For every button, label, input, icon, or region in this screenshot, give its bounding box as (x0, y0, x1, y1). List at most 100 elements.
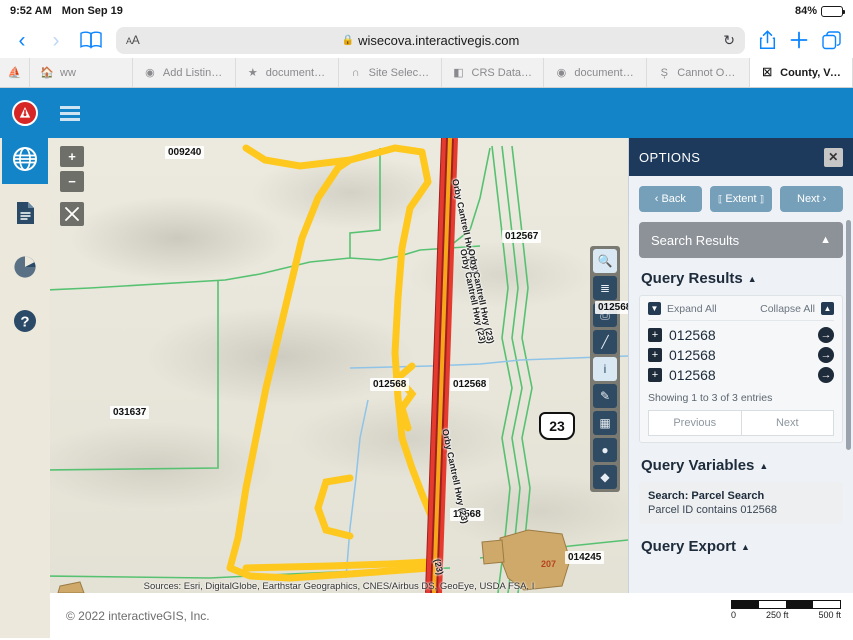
zoom-in-button[interactable]: + (60, 146, 84, 167)
next-button[interactable]: Next › (780, 186, 844, 212)
rail-item-chart[interactable] (2, 246, 48, 292)
chevron-up-icon: ▲ (820, 234, 831, 246)
forward-button[interactable]: › (46, 30, 66, 51)
browser-tab[interactable]: ◉ documents... (544, 58, 648, 87)
query-results-title[interactable]: Query Results ▲ (641, 270, 843, 287)
tab-label: Cannot Ope... (677, 66, 740, 79)
layers-tool[interactable]: ≣ (593, 276, 617, 300)
help-icon: ? (13, 309, 37, 338)
erase-tool[interactable]: ◆ (593, 465, 617, 489)
measure-tool[interactable]: ╱ (593, 330, 617, 354)
identify-tool[interactable]: i (593, 357, 617, 381)
search-results-section-bar[interactable]: Search Results ▲ (639, 222, 843, 258)
collapse-all-icon[interactable]: ▲ (821, 302, 834, 315)
query-results-box: ▼ Expand All Collapse All ▲ +012568 → +012… (639, 295, 843, 443)
globe-icon (12, 146, 38, 177)
expand-collapse-row: ▼ Expand All Collapse All ▲ (648, 302, 834, 321)
browser-tab[interactable]: ★ documents.... (236, 58, 339, 87)
rail-item-globe[interactable] (2, 138, 48, 184)
parcel-label: 207 (541, 559, 557, 569)
expand-row-icon[interactable]: + (648, 348, 662, 362)
url-display: 🔒 wisecova.interactivegis.com (116, 33, 745, 48)
query-result-row[interactable]: +012568 → (648, 365, 834, 385)
new-tab-icon[interactable] (790, 31, 808, 49)
measure-tool-icon: ╱ (601, 335, 609, 349)
highway-shield-icon: 23 (539, 412, 575, 440)
battery-percent: 84% (794, 5, 817, 17)
tab-favicon-icon: ⛵ (7, 67, 22, 79)
status-time: 9:52 AM (10, 5, 52, 17)
url-text: wisecova.interactivegis.com (358, 32, 520, 48)
query-result-row[interactable]: +012568 → (648, 325, 834, 345)
browser-tab[interactable]: ∩ Site Selector (339, 58, 442, 87)
status-right: 84% (794, 5, 845, 17)
next-page-button[interactable]: Next (741, 410, 834, 436)
extent-bracket-icon: ⟦ (717, 193, 723, 204)
expand-row-icon[interactable]: + (648, 328, 662, 342)
gis-logo-icon[interactable] (12, 100, 38, 126)
marker-tool[interactable]: ● (593, 438, 617, 462)
expand-row-icon[interactable]: + (648, 368, 662, 382)
search-results-label: Search Results (651, 232, 740, 248)
options-scrollbar[interactable] (846, 220, 851, 450)
footer-rail-pad (0, 593, 50, 638)
battery-icon (821, 5, 845, 17)
browser-tab[interactable]: ☒ County, VA |... (750, 58, 853, 87)
show-tabs-icon[interactable] (822, 30, 841, 50)
address-bar[interactable]: AA 🔒 wisecova.interactivegis.com ↻ (116, 26, 745, 54)
tab-label: Add Listing |... (162, 66, 225, 79)
draw-tool[interactable]: ✎ (593, 384, 617, 408)
map-vectors (50, 138, 628, 593)
back-button[interactable]: ‹ (12, 30, 32, 51)
chevron-up-icon: ▲ (741, 541, 750, 552)
close-icon[interactable]: ✕ (824, 147, 843, 167)
collapse-all-label[interactable]: Collapse All (760, 303, 815, 315)
scale-mid: 250 ft (765, 610, 789, 620)
query-export-title[interactable]: Query Export ▲ (641, 538, 843, 555)
tab-label: documents.... (265, 66, 328, 79)
tab-favicon-icon: ☒ (762, 67, 773, 79)
query-export-label: Query Export (641, 538, 737, 555)
zoom-out-button[interactable]: − (60, 171, 84, 192)
query-variables-title[interactable]: Query Variables ▲ (641, 457, 843, 474)
draw-tool-icon: ✎ (599, 389, 611, 403)
expand-all-label[interactable]: Expand All (667, 303, 717, 315)
share-icon[interactable] (759, 30, 776, 50)
browser-tab[interactable]: Ș Cannot Ope... (647, 58, 751, 87)
text-size-button[interactable]: AA (126, 33, 140, 47)
rail-item-help[interactable]: ? (2, 300, 48, 346)
tab-label: ww (60, 66, 76, 79)
scale-zero: 0 (731, 610, 737, 620)
map-canvas[interactable]: + − 🔍≣⎙╱i✎▦●◆ 00924001256701256801256801… (50, 138, 628, 593)
parcel-id-label: 012568 (669, 367, 716, 383)
options-panel: OPTIONS ✕ ‹ Back ⟦ Extent ⟧ Next › Searc… (628, 138, 853, 593)
search-type-label: Search: Parcel Search (648, 490, 765, 502)
book-icon[interactable] (80, 31, 102, 49)
document-icon (15, 201, 36, 230)
parcel-id-label: 012568 (669, 347, 716, 363)
extent-button[interactable]: ⟦ Extent ⟧ (709, 186, 773, 212)
reload-icon[interactable]: ↻ (723, 32, 735, 49)
tab-label: Site Selector (368, 66, 431, 79)
table-tool[interactable]: ▦ (593, 411, 617, 435)
left-rail: ? (0, 138, 50, 593)
map-attribution: Sources: Esri, DigitalGlobe, Earthstar G… (143, 581, 535, 592)
browser-tab[interactable]: ◧ CRS Data - P... (442, 58, 545, 87)
query-result-row[interactable]: +012568 → (648, 345, 834, 365)
go-to-parcel-icon[interactable]: → (818, 327, 834, 343)
go-to-parcel-icon[interactable]: → (818, 347, 834, 363)
browser-tab[interactable]: ◉ Add Listing |... (133, 58, 236, 87)
previous-page-button[interactable]: Previous (648, 410, 742, 436)
browser-tab[interactable]: 🏠 ww (30, 58, 133, 87)
erase-tool-icon: ◆ (600, 470, 610, 484)
expand-all-icon[interactable]: ▼ (648, 302, 661, 315)
hamburger-menu[interactable] (60, 105, 80, 121)
status-left: 9:52 AM Mon Sep 19 (10, 5, 123, 17)
full-extent-button[interactable] (60, 202, 84, 226)
go-to-parcel-icon[interactable]: → (818, 367, 834, 383)
search-tool[interactable]: 🔍 (593, 249, 617, 273)
browser-tab[interactable]: ⛵ (0, 58, 30, 87)
zoom-controls: + − (60, 146, 84, 226)
rail-item-document[interactable] (2, 192, 48, 238)
back-button[interactable]: ‹ Back (639, 186, 702, 212)
